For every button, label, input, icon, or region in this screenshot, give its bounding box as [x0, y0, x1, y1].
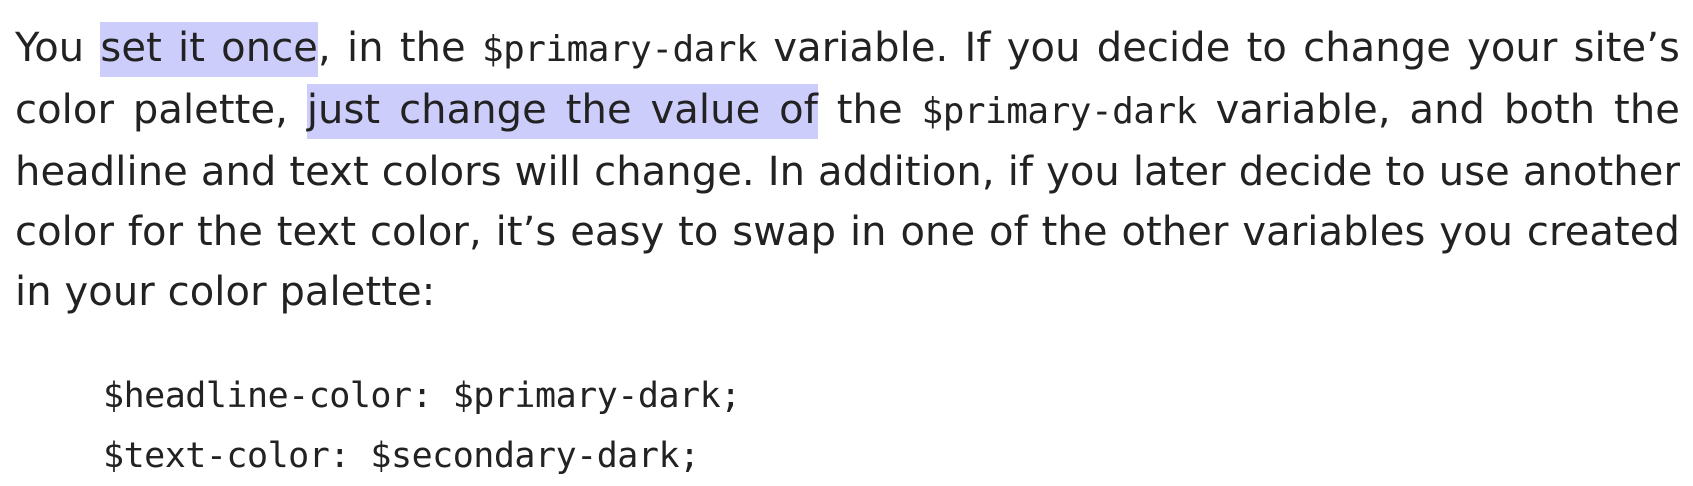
- text-run: You: [15, 25, 101, 71]
- paragraph-line-5: in your color palette:: [15, 269, 436, 315]
- code-line-headline-color: $headline-color: $primary-dark;: [103, 376, 741, 416]
- body-paragraph: You set it once, in the $primary-dark va…: [15, 18, 1680, 322]
- paragraph-line-2: color palette, just change the value of …: [15, 80, 1680, 142]
- paragraph-line-1: You set it once, in the $primary-dark va…: [15, 18, 1680, 80]
- text-run: the: [817, 87, 922, 133]
- paragraph-line-4: color for the text color, it’s easy to s…: [15, 209, 1680, 255]
- document-page: You set it once, in the $primary-dark va…: [0, 0, 1693, 486]
- text-run: , in the: [318, 25, 482, 71]
- highlight-just-change-the-value-of[interactable]: just change the value of: [306, 84, 818, 139]
- text-run: variable. If you decide to change your s…: [757, 25, 1680, 71]
- code-block: $headline-color: $primary-dark; $text-co…: [103, 366, 1675, 486]
- text-run: color palette,: [15, 87, 307, 133]
- inline-code-primary-dark: $primary-dark: [921, 91, 1198, 132]
- highlight-set-it-once[interactable]: set it once: [100, 22, 319, 77]
- paragraph-line-3: headline and text colors will change. In…: [15, 149, 1680, 195]
- text-run: variable, and both the: [1196, 87, 1680, 133]
- code-line-text-color: $text-color: $secondary-dark;: [103, 436, 700, 476]
- inline-code-primary-dark: $primary-dark: [481, 29, 758, 70]
